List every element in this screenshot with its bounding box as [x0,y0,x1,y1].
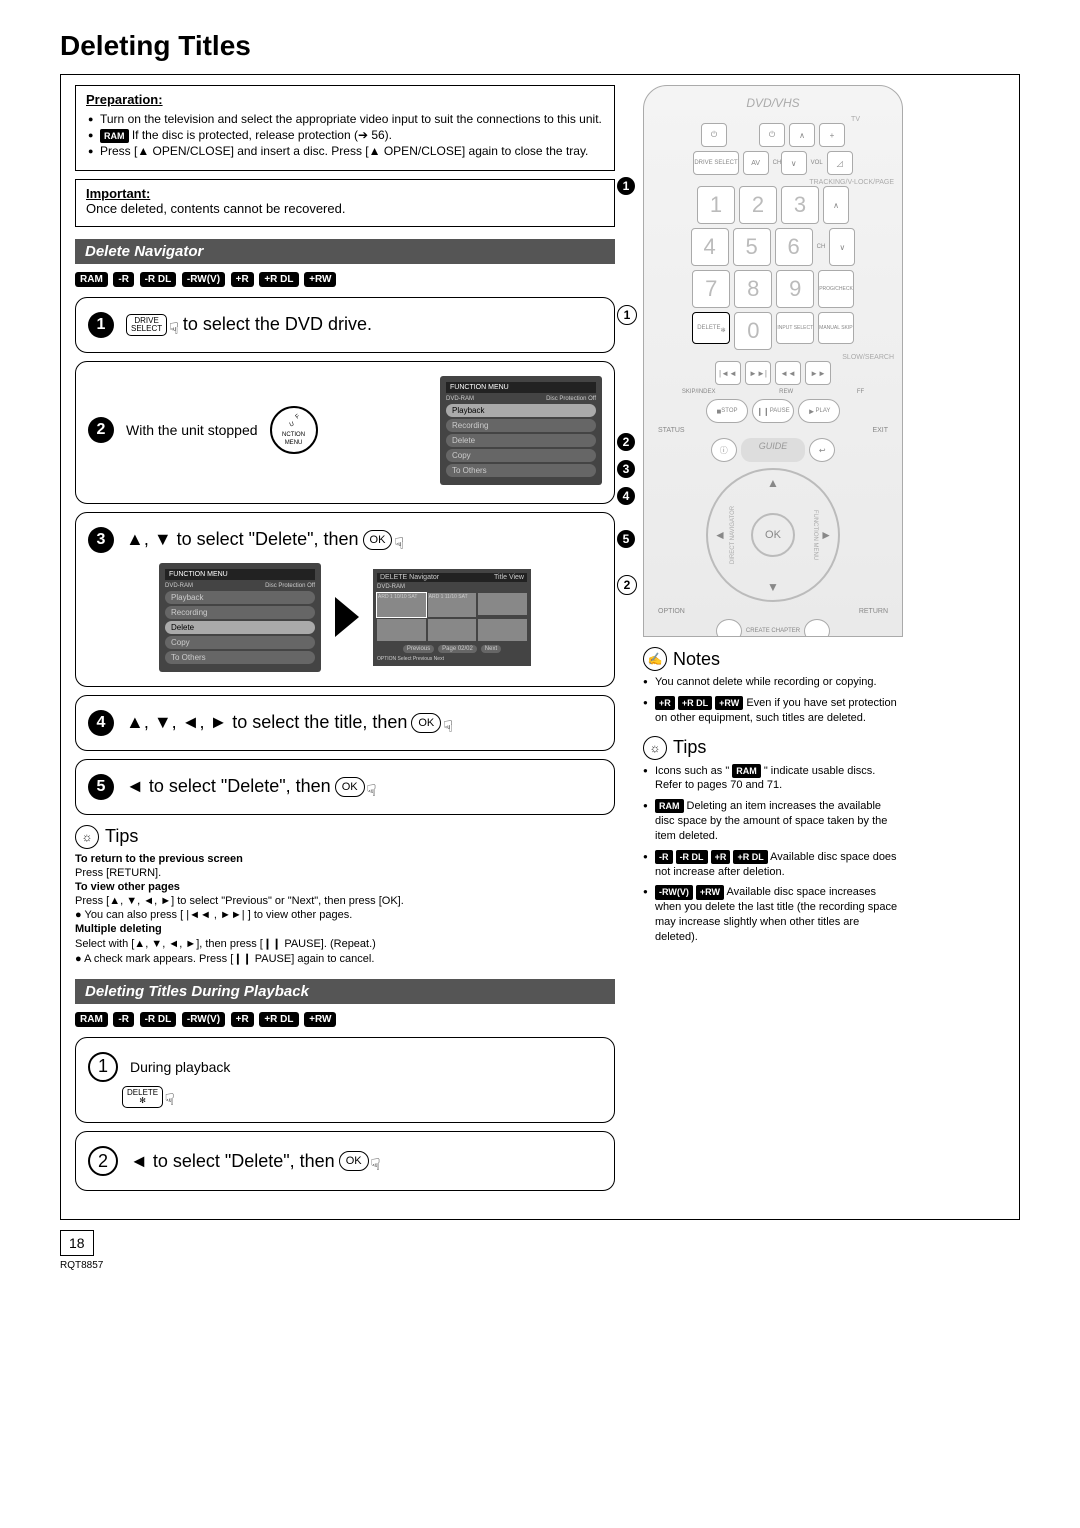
prep-item-3: Press [▲ OPEN/CLOSE] and insert a disc. … [100,143,604,159]
info-icon: ⓘ [711,438,737,462]
tips-heading-right: ☼ Tips [643,736,903,760]
finger-icon: ☟ [443,717,453,737]
navigation-ring: DIRECT NAVIGATOR FUNCTION MENU ▲ ▼ ◄ ► O… [706,468,840,602]
notes-heading: ✍ Notes [643,647,903,671]
callout-2-filled: 2 [617,433,635,451]
section-playback: Deleting Titles During Playback [75,979,615,1004]
hand-icon: ✍ [643,647,667,671]
tips-body-left: To return to the previous screen Press [… [75,853,615,965]
important-text: Once deleted, contents cannot be recover… [86,201,345,216]
ok-button-3: OK [363,530,393,550]
step-3: 3 ▲, ▼ to select "Delete", then OK ☟ FUN… [75,512,615,687]
step-5-text: ◄ to select "Delete", then [126,776,331,797]
step-2-text: With the unit stopped [126,422,258,438]
step-3-text: ▲, ▼ to select "Delete", then [126,529,359,550]
preparation-box: Preparation: Turn on the television and … [75,85,615,171]
model-code: RQT8857 [60,1260,1020,1271]
tips-heading-left: ☼ Tips [75,825,615,849]
preparation-label: Preparation: [86,92,163,107]
ok-button-4: OK [411,713,441,733]
callout-1-outline: 1 [617,305,637,325]
finger-icon: ☟ [367,781,377,801]
function-menu-panel: FUNCTION MENU DVD-RAMDisc Protection Off… [440,376,602,485]
bulb-icon: ☼ [643,736,667,760]
notes-list: You cannot delete while recording or cop… [643,675,903,726]
remote-control: DVD/VHS TV ⏻ ⏻ ∧ + DRIVE SELECT AV CH ∨ [643,85,903,637]
disc-badges-2: RAM -R -R DL -RW(V) +R +R DL +RW [75,1010,615,1027]
step-5-number: 5 [88,774,114,800]
step-4-text: ▲, ▼, ◄, ► to select the title, then [126,712,407,733]
pb-step-1-text: During playback [130,1059,230,1075]
remote-delete-button: DELETE✻ [692,312,730,344]
pb-step-2: 2 ◄ to select "Delete", then OK ☟ [75,1131,615,1191]
important-box: Important: Once deleted, contents cannot… [75,179,615,227]
callout-5-filled: 5 [617,530,635,548]
power-icon: ⏻ [701,123,727,147]
section-delete-navigator: Delete Navigator [75,239,615,264]
ok-button-5: OK [335,777,365,797]
step-2-number: 2 [88,417,114,443]
remote-ok-button: OK [751,513,795,557]
main-frame: Preparation: Turn on the television and … [60,74,1020,1220]
arrow-right-icon [335,597,359,637]
page-title: Deleting Titles [60,30,1020,62]
important-label: Important: [86,186,150,201]
finger-icon: ☟ [394,534,404,554]
finger-icon: ☟ [165,1090,175,1110]
pb-step-1-number: 1 [88,1052,118,1082]
callout-3-filled: 3 [617,460,635,478]
pb-step-2-text: ◄ to select "Delete", then [130,1151,335,1172]
prep-item-1: Turn on the television and select the ap… [100,111,604,127]
disc-badges-1: RAM -R -R DL -RW(V) +R +R DL +RW [75,270,615,287]
step-1-number: 1 [88,312,114,338]
function-menu-icon: F U NCTION MENU [270,406,318,454]
step-1: 1 DRIVESELECT ☟ to select the DVD drive. [75,297,615,353]
page-number: 18 [60,1230,94,1256]
callout-4-filled: 4 [617,487,635,505]
delete-navigator-panel: DELETE NavigatorTitle View DVD-RAM ARD 1… [373,569,531,666]
finger-icon: ☟ [371,1155,381,1175]
step-2: 2 With the unit stopped F U NCTION MENU … [75,361,615,504]
prep-item-2: RAM If the disc is protected, release pr… [100,127,604,143]
tips-list-right: Icons such as " RAM " indicate usable di… [643,764,903,945]
callout-1-filled: 1 [617,177,635,195]
ok-button-pb2: OK [339,1151,369,1171]
pb-step-2-number: 2 [88,1146,118,1176]
step-1-text: to select the DVD drive. [183,314,372,335]
callout-2-outline: 2 [617,575,637,595]
step-4: 4 ▲, ▼, ◄, ► to select the title, then O… [75,695,615,751]
pb-step-1: 1 During playback DELETE✻ ☟ [75,1037,615,1124]
drive-select-button: DRIVESELECT [126,314,167,336]
step-5: 5 ◄ to select "Delete", then OK ☟ [75,759,615,815]
step-3-number: 3 [88,527,114,553]
delete-button: DELETE✻ [122,1086,163,1108]
bulb-icon: ☼ [75,825,99,849]
finger-icon: ☟ [169,319,179,339]
step-4-number: 4 [88,710,114,736]
function-menu-panel-2: FUNCTION MENU DVD-RAMDisc Protection Off… [159,563,321,672]
